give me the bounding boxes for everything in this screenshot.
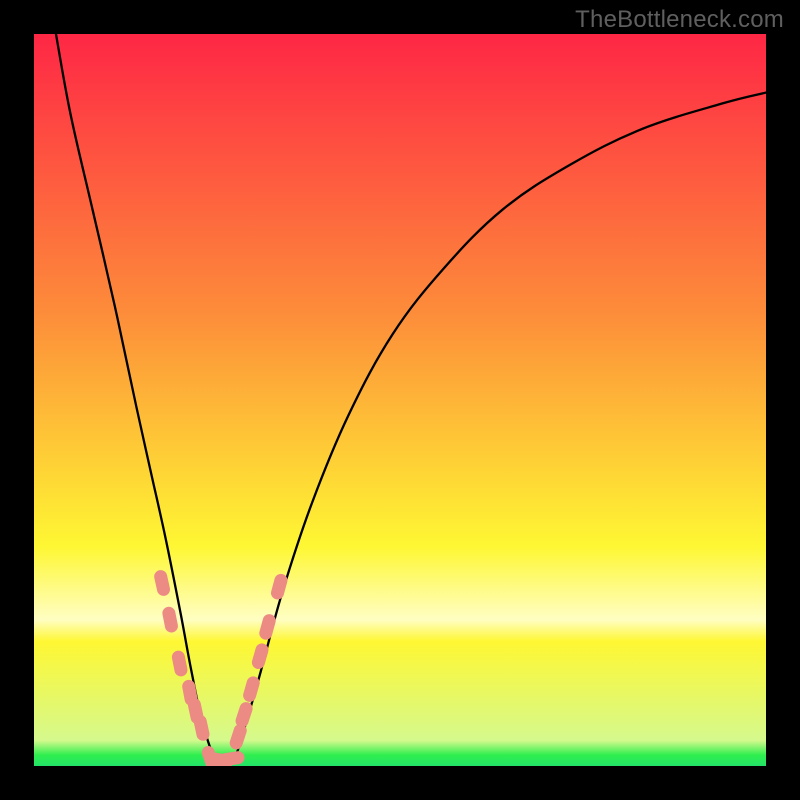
bottleneck-chart: [34, 34, 766, 766]
gradient-background: [34, 34, 766, 766]
chart-frame: TheBottleneck.com: [0, 0, 800, 800]
plot-area: [34, 34, 766, 766]
watermark-text: TheBottleneck.com: [575, 6, 784, 34]
